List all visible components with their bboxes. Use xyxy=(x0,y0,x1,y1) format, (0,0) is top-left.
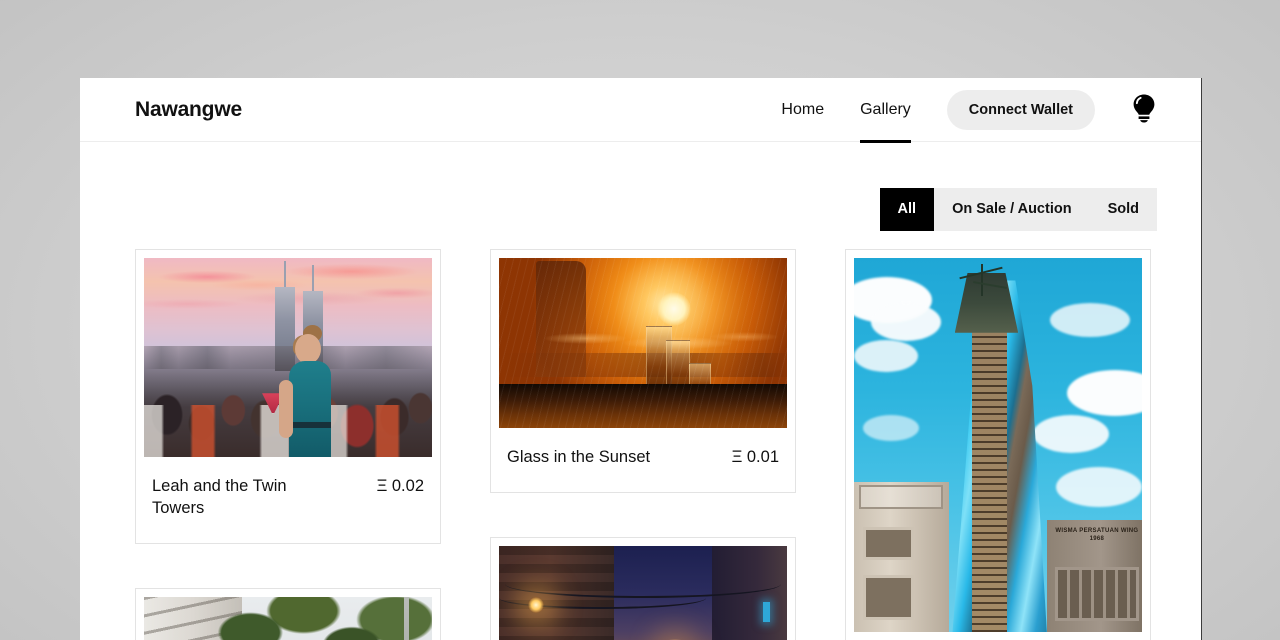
filter-bar: All On Sale / Auction Sold xyxy=(80,142,1201,231)
gallery-column-1: Leah and the Twin Towers Ξ 0.02 xyxy=(135,249,441,640)
nft-image-skyscraper-under-construction: WISMA PERSATUAN WING 1968 xyxy=(854,258,1142,632)
building-sign-text: WISMA PERSATUAN WING 1968 xyxy=(1055,527,1139,542)
gallery-column-2: Glass in the Sunset Ξ 0.01 xyxy=(490,249,796,640)
filter-button-on-sale-auction[interactable]: On Sale / Auction xyxy=(934,188,1090,231)
nft-card-meta: Glass in the Sunset Ξ 0.01 xyxy=(499,428,787,484)
connect-wallet-button[interactable]: Connect Wallet xyxy=(946,89,1095,130)
theme-toggle-button[interactable] xyxy=(1129,93,1159,127)
nft-price: Ξ 0.01 xyxy=(731,448,779,466)
nft-title: Glass in the Sunset xyxy=(507,448,651,466)
nft-card-glass-in-the-sunset[interactable]: Glass in the Sunset Ξ 0.01 xyxy=(490,249,796,493)
nft-gallery-grid: Leah and the Twin Towers Ξ 0.02 Glass in… xyxy=(80,231,1201,640)
nft-card-skyscraper-under-construction[interactable]: WISMA PERSATUAN WING 1968 xyxy=(845,249,1151,640)
site-header: Nawangwe Home Gallery Connect Wallet xyxy=(80,78,1201,143)
nft-title: Leah and the Twin Towers xyxy=(152,477,287,517)
browser-page-surface: Nawangwe Home Gallery Connect Wallet All xyxy=(80,78,1202,640)
nft-image-rooftop-party-petronas-sunset xyxy=(144,258,432,457)
brand-logo[interactable]: Nawangwe xyxy=(135,98,242,122)
nav-link-home[interactable]: Home xyxy=(763,78,842,142)
filter-button-all[interactable]: All xyxy=(879,188,935,231)
nft-image-sunset-through-rainy-window xyxy=(499,258,787,428)
nft-card-leah-and-the-twin-towers[interactable]: Leah and the Twin Towers Ξ 0.02 xyxy=(135,249,441,544)
lightbulb-icon xyxy=(1131,93,1157,126)
nft-image-night-alley-street-lamps xyxy=(499,546,787,640)
nav-link-gallery[interactable]: Gallery xyxy=(842,78,929,143)
filter-button-group: All On Sale / Auction Sold xyxy=(879,188,1157,231)
gallery-column-3: WISMA PERSATUAN WING 1968 xyxy=(845,249,1151,640)
nft-card-apartment-building-with-trees[interactable] xyxy=(135,588,441,640)
nft-price: Ξ 0.02 xyxy=(376,477,424,495)
nft-card-night-alley[interactable] xyxy=(490,537,796,640)
main-navigation: Home Gallery Connect Wallet xyxy=(763,78,1201,143)
filter-button-sold[interactable]: Sold xyxy=(1090,188,1157,231)
nft-image-apartment-building-with-trees xyxy=(144,597,432,640)
nft-card-meta: Leah and the Twin Towers Ξ 0.02 xyxy=(144,457,432,535)
